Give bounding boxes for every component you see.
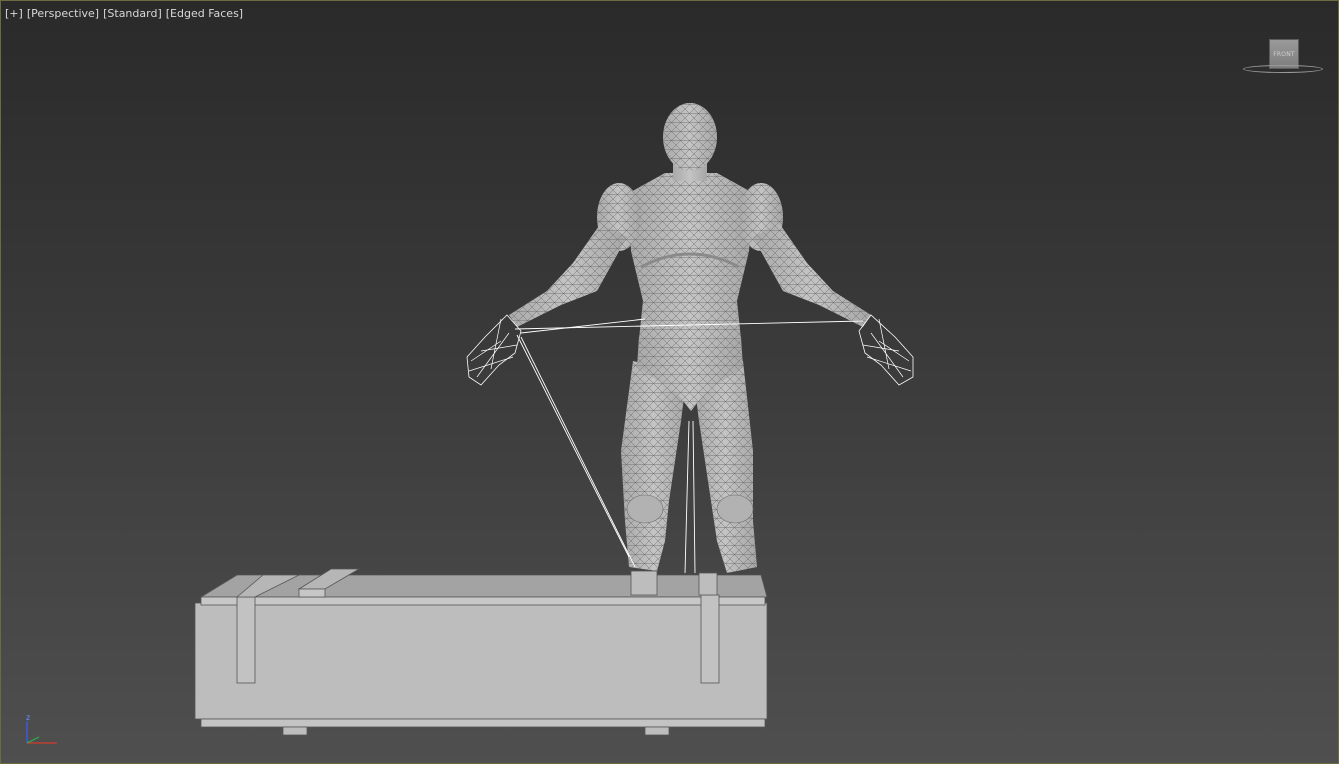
wooden-crate[interactable] (194, 568, 768, 736)
axis-z-label: z (26, 713, 31, 722)
viewcube-navigator[interactable]: FRONT (1241, 37, 1327, 79)
viewcube-compass-ring[interactable] (1243, 65, 1323, 73)
hand-wireframe-right[interactable] (858, 314, 914, 386)
perspective-viewport[interactable]: [+] [Perspective] [Standard] [Edged Face… (0, 0, 1339, 764)
scene-render[interactable] (1, 1, 1338, 763)
world-axis-tripod: z (19, 711, 63, 751)
hand-wireframe-left[interactable] (466, 314, 522, 386)
character-mesh[interactable] (509, 103, 871, 573)
